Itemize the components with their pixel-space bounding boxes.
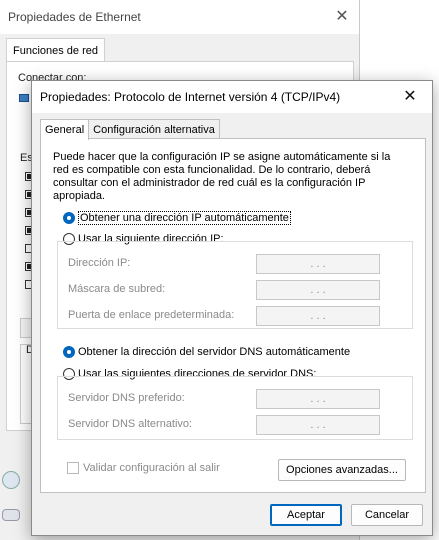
ethernet-close-icon[interactable]: ✕ bbox=[334, 9, 350, 25]
ip-manual-group: Dirección IP: . . . Máscara de subred: .… bbox=[57, 241, 413, 329]
cancel-button[interactable]: Cancelar bbox=[351, 504, 423, 526]
accept-button[interactable]: Aceptar bbox=[270, 504, 342, 526]
advanced-options-button[interactable]: Opciones avanzadas... bbox=[278, 459, 406, 481]
subnet-mask-label: Máscara de subred: bbox=[68, 283, 166, 295]
alternate-dns-label: Servidor DNS alternativo: bbox=[68, 418, 193, 430]
ip-address-field[interactable]: . . . bbox=[256, 254, 380, 274]
default-gateway-row: Puerta de enlace predeterminada: . . . bbox=[68, 306, 398, 326]
ip-auto-option[interactable]: Obtener una dirección IP automáticamente bbox=[63, 211, 291, 225]
clock-icon[interactable] bbox=[2, 471, 20, 489]
subnet-mask-row: Máscara de subred: . . . bbox=[68, 280, 398, 300]
dns-auto-option[interactable]: Obtener la dirección del servidor DNS au… bbox=[63, 346, 350, 358]
default-gateway-field[interactable]: . . . bbox=[256, 306, 380, 326]
preferred-dns-field[interactable]: . . . bbox=[256, 389, 380, 409]
validate-option[interactable]: Validar configuración al salir bbox=[67, 462, 220, 474]
tcpipv4-properties-dialog: Propiedades: Protocolo de Internet versi… bbox=[31, 80, 433, 536]
validate-checkbox[interactable] bbox=[67, 462, 79, 474]
general-panel: Puede hacer que la configuración IP se a… bbox=[40, 138, 426, 493]
network-adapter-icon bbox=[19, 94, 29, 102]
ethernet-window-title: Propiedades de Ethernet bbox=[0, 0, 359, 34]
tab-funciones-de-red[interactable]: Funciones de red bbox=[6, 38, 105, 62]
tab-general[interactable]: General bbox=[40, 119, 90, 140]
ip-description: Puede hacer que la configuración IP se a… bbox=[53, 151, 391, 202]
dialog-title: Propiedades: Protocolo de Internet versi… bbox=[40, 90, 341, 104]
ip-address-label: Dirección IP: bbox=[68, 257, 131, 269]
alternate-dns-field[interactable]: . . . bbox=[256, 415, 380, 435]
ip-address-row: Dirección IP: . . . bbox=[68, 254, 398, 274]
validate-label: Validar configuración al salir bbox=[83, 462, 220, 474]
preferred-dns-label: Servidor DNS preferido: bbox=[68, 392, 185, 404]
preferred-dns-row: Servidor DNS preferido: . . . bbox=[68, 389, 398, 409]
dns-auto-radio[interactable] bbox=[63, 346, 75, 358]
subnet-mask-field[interactable]: . . . bbox=[256, 280, 380, 300]
dns-auto-label: Obtener la dirección del servidor DNS au… bbox=[78, 346, 351, 358]
default-gateway-label: Puerta de enlace predeterminada: bbox=[68, 309, 235, 321]
ip-auto-radio[interactable] bbox=[63, 212, 75, 224]
ethernet-tabstrip: Funciones de red bbox=[6, 38, 354, 62]
dialog-tabs: General Configuración alternativa bbox=[40, 119, 220, 140]
ip-auto-label: Obtener una dirección IP automáticamente bbox=[78, 211, 291, 225]
dialog-titlebar: Propiedades: Protocolo de Internet versi… bbox=[32, 81, 432, 113]
dns-manual-group: Servidor DNS preferido: . . . Servidor D… bbox=[57, 376, 413, 440]
gamepad-icon[interactable] bbox=[2, 509, 20, 521]
close-icon[interactable]: ✕ bbox=[400, 87, 420, 107]
alternate-dns-row: Servidor DNS alternativo: . . . bbox=[68, 415, 398, 435]
tab-configuracion-alternativa[interactable]: Configuración alternativa bbox=[88, 119, 220, 139]
